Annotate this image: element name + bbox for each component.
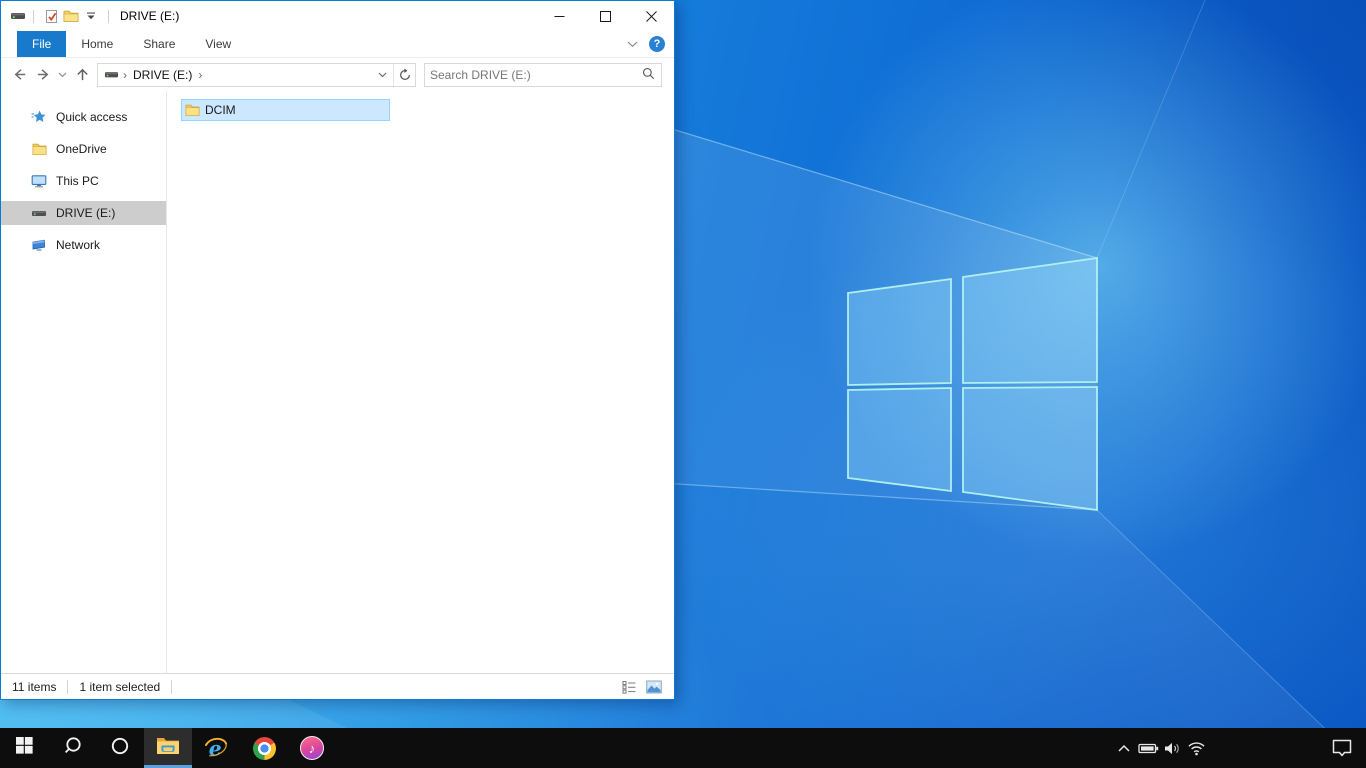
action-center-icon[interactable] — [1318, 728, 1366, 768]
file-item-label: DCIM — [205, 103, 236, 117]
system-tray — [1112, 728, 1366, 768]
sidebar-item-label: Network — [56, 238, 101, 252]
tab-home-label: Home — [81, 37, 114, 51]
chrome-icon — [252, 736, 276, 760]
items-count: 11 items — [12, 679, 57, 694]
cortana-icon — [111, 737, 129, 760]
itunes-button[interactable]: ♪ — [288, 728, 336, 768]
up-button[interactable] — [70, 63, 94, 87]
navigation-pane: Quick access OneDrive This PC DRIVE (E:)… — [1, 91, 167, 673]
file-list-area[interactable]: DCIM — [167, 91, 674, 673]
address-separator — [393, 63, 394, 86]
recent-locations-chevron-icon[interactable] — [55, 63, 70, 87]
forward-button[interactable] — [31, 63, 55, 87]
internet-explorer-button[interactable]: e — [192, 728, 240, 768]
tab-view-label: View — [205, 37, 232, 51]
tab-file[interactable]: File — [17, 31, 67, 57]
sidebar-item-drive-e[interactable]: DRIVE (E:) — [1, 201, 166, 225]
status-separator — [171, 679, 173, 694]
search-input[interactable] — [430, 67, 641, 82]
tab-home[interactable]: Home — [66, 31, 128, 57]
tab-share-label: Share — [143, 37, 176, 51]
taskbar: e ♪ — [0, 728, 1366, 768]
itunes-icon: ♪ — [300, 736, 324, 760]
qat-new-folder-button[interactable] — [61, 5, 81, 27]
wifi-icon[interactable] — [1184, 728, 1208, 768]
refresh-icon[interactable] — [395, 65, 414, 85]
drive-icon — [103, 67, 119, 83]
window-title: DRIVE (E:) — [120, 9, 180, 23]
tray-spacer — [1208, 728, 1318, 768]
sidebar-item-label: Quick access — [56, 110, 128, 124]
sidebar-item-onedrive[interactable]: OneDrive — [1, 137, 166, 161]
expand-ribbon-chevron-icon[interactable] — [627, 37, 638, 51]
large-icons-view-icon[interactable] — [645, 679, 663, 695]
minimize-button[interactable] — [536, 1, 582, 31]
explorer-body: Quick access OneDrive This PC DRIVE (E:)… — [1, 91, 674, 673]
folder-icon — [184, 102, 200, 118]
sidebar-item-this-pc[interactable]: This PC — [1, 169, 166, 193]
tab-share[interactable]: Share — [128, 31, 190, 57]
search-icon — [63, 736, 82, 760]
network-icon — [31, 237, 47, 253]
search-box[interactable] — [424, 62, 662, 87]
tab-file-label: File — [32, 37, 52, 51]
file-explorer-window: DRIVE (E:) File Home Share View ? › DRIV… — [0, 0, 675, 700]
tab-view[interactable]: View — [190, 31, 246, 57]
address-dropdown-chevron-icon[interactable] — [373, 65, 392, 85]
windows-logo-icon — [15, 737, 33, 759]
monitor-icon — [31, 173, 47, 189]
help-button[interactable]: ? — [649, 36, 665, 52]
search-icon[interactable] — [641, 66, 656, 84]
hidden-icons-chevron-icon[interactable] — [1112, 728, 1136, 768]
desktop-screen: DRIVE (E:) File Home Share View ? › DRIV… — [0, 0, 1366, 768]
details-view-icon[interactable] — [620, 679, 638, 695]
customize-qat-caret[interactable] — [81, 5, 101, 27]
sidebar-item-quick-access[interactable]: Quick access — [1, 105, 166, 129]
drive-icon — [31, 205, 47, 221]
drive-icon — [10, 8, 26, 24]
volume-icon[interactable] — [1160, 728, 1184, 768]
navigation-bar: › DRIVE (E:) › — [1, 58, 674, 91]
sidebar-item-label: OneDrive — [56, 142, 107, 156]
breadcrumb-chevron: › — [123, 67, 127, 82]
caption-buttons — [536, 1, 674, 31]
titlebar-separator — [33, 9, 34, 23]
sidebar-item-label: DRIVE (E:) — [56, 206, 116, 220]
chrome-button[interactable] — [240, 728, 288, 768]
close-button[interactable] — [628, 1, 674, 31]
sidebar-item-label: This PC — [56, 174, 99, 188]
file-item-dcim[interactable]: DCIM — [181, 99, 390, 121]
help-glyph: ? — [653, 38, 661, 50]
cortana-button[interactable] — [96, 728, 144, 768]
music-note-glyph: ♪ — [308, 740, 316, 756]
folder-icon — [31, 141, 47, 157]
breadcrumb-segment[interactable]: DRIVE (E:) — [133, 68, 192, 82]
ribbon-tab-row: File Home Share View ? — [1, 31, 674, 58]
taskbar-file-explorer-button[interactable] — [144, 728, 192, 768]
qat-properties-button[interactable] — [41, 5, 61, 27]
title-bar: DRIVE (E:) — [1, 1, 674, 31]
start-button[interactable] — [0, 728, 48, 768]
internet-explorer-icon: e — [203, 735, 229, 761]
maximize-button[interactable] — [582, 1, 628, 31]
sidebar-item-network[interactable]: Network — [1, 233, 166, 257]
titlebar-separator — [108, 9, 109, 23]
star-icon — [31, 109, 47, 125]
status-separator — [67, 679, 69, 694]
taskbar-search-button[interactable] — [48, 728, 96, 768]
back-button[interactable] — [7, 63, 31, 87]
breadcrumb-chevron[interactable]: › — [198, 68, 202, 82]
status-bar: 11 items 1 item selected — [1, 673, 674, 699]
battery-icon[interactable] — [1136, 728, 1160, 768]
file-explorer-icon — [156, 736, 180, 761]
selection-count: 1 item selected — [79, 679, 161, 694]
address-bar[interactable]: › DRIVE (E:) › — [97, 62, 416, 87]
